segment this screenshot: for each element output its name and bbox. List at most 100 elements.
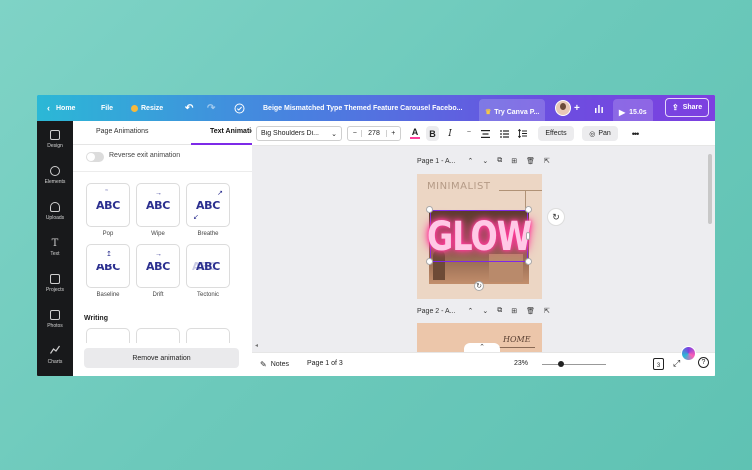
chevron-down-icon: ⌄ (331, 130, 337, 138)
add-page-icon[interactable]: ⊞ (511, 307, 517, 315)
delete-page-icon[interactable]: 🗑 (526, 157, 535, 165)
chevron-up-icon[interactable]: ⌃ (468, 307, 474, 315)
scroll-left-icon[interactable]: ◂ (255, 342, 258, 349)
remove-animation-area: Remove animation (73, 343, 279, 376)
page-1-title[interactable]: Page 1 - A... (417, 158, 456, 165)
increase-size-button[interactable]: + (387, 130, 400, 137)
animation-card-tectonic[interactable]: ABC (186, 244, 230, 288)
notes-icon: ✎ (260, 360, 267, 369)
pages-count: 3 (656, 363, 661, 369)
undo-icon[interactable]: ↶ (185, 95, 193, 121)
zoom-value[interactable]: 23% (514, 360, 528, 367)
document-title[interactable]: Beige Mismatched Type Themed Feature Car… (263, 95, 462, 121)
pop-indicator-icon: ≈ (105, 188, 109, 194)
card-label: Wipe (151, 231, 165, 237)
rotate-handle[interactable]: ↻ (474, 281, 484, 291)
duplicate-page-icon[interactable]: ⧉ (497, 157, 502, 165)
duration-label: 15.0s (629, 108, 647, 116)
animation-card-breathe[interactable]: ↗ ↙ ABC (186, 183, 230, 227)
minimalist-text[interactable]: MINIMALIST (427, 181, 490, 192)
card-preview-text: ABC (95, 198, 121, 212)
card-label: Pop (102, 231, 114, 237)
text-color-button[interactable]: A (409, 126, 421, 141)
share-button[interactable]: ⇪ Share (665, 98, 710, 117)
regenerate-button[interactable]: ↻ (547, 208, 565, 226)
fullscreen-icon[interactable]: ⤢ (673, 358, 680, 369)
bottom-bar: ✎ Notes Page 1 of 3 23% 3 ⤢ ? (252, 346, 715, 376)
page-2-header: Page 2 - A... ⌃ ⌄ ⧉ ⊞ 🗑 ⇱ (417, 307, 550, 315)
redo-icon[interactable]: ↷ (207, 95, 215, 121)
plus-icon[interactable]: + (574, 95, 580, 121)
font-size-input[interactable]: 278 (361, 130, 387, 137)
pan-button[interactable]: ◎ Pan (582, 126, 618, 141)
pages-grid-button[interactable]: 3 (653, 358, 664, 370)
page-2-title[interactable]: Page 2 - A... (417, 308, 456, 315)
share-page-icon[interactable]: ⇱ (544, 157, 550, 165)
duplicate-page-icon[interactable]: ⧉ (497, 307, 502, 315)
font-size-stepper[interactable]: − 278 + (347, 126, 401, 141)
italic-button[interactable]: I (444, 126, 456, 141)
add-page-icon[interactable]: ⊞ (511, 157, 517, 165)
notes-button[interactable]: ✎ Notes (260, 360, 289, 369)
collapse-pages-button[interactable]: ⌃ (464, 343, 500, 352)
resize-handle-bl[interactable] (426, 258, 433, 265)
animation-card-drift[interactable]: → ABC (136, 244, 180, 288)
rail-item-uploads[interactable]: Uploads (37, 193, 73, 229)
zoom-slider[interactable] (542, 361, 606, 367)
effects-button[interactable]: Effects (538, 126, 574, 141)
align-center-icon[interactable] (479, 126, 491, 141)
top-bar: ‹ Home File Resize ↶ ↷ Beige Mismatched … (37, 95, 715, 125)
page-1-canvas[interactable]: MINIMALIST GLOW ↻ (417, 174, 542, 299)
resize-handle-br[interactable] (525, 258, 532, 265)
resize-handle-tr[interactable] (525, 206, 532, 213)
avatar[interactable] (555, 100, 571, 116)
rail-item-elements[interactable]: Elements (37, 157, 73, 193)
case-button[interactable]: ⁻ (463, 126, 475, 141)
rail-item-text[interactable]: T Text (37, 229, 73, 265)
section-title-writing: Writing (84, 315, 108, 322)
share-page-icon[interactable]: ⇱ (544, 307, 550, 315)
resize-handle-right[interactable] (526, 232, 530, 240)
animation-card-wipe[interactable]: → ABC (136, 183, 180, 227)
analytics-icon[interactable] (594, 95, 604, 121)
chevron-down-icon[interactable]: ⌄ (482, 157, 488, 165)
bold-button[interactable]: B (426, 126, 439, 141)
more-options-icon[interactable]: ••• (628, 126, 642, 141)
divider (73, 171, 279, 172)
rail-item-charts[interactable]: Charts (37, 337, 73, 373)
arrow-diagonal-up-icon: ↗ (217, 190, 223, 197)
home-text[interactable]: HOME (503, 335, 531, 344)
folder-icon (50, 273, 60, 284)
file-menu[interactable]: File (101, 95, 113, 121)
rail-item-design[interactable]: Design (37, 121, 73, 157)
magic-assistant-icon[interactable] (681, 346, 696, 361)
delete-page-icon[interactable]: 🗑 (526, 307, 535, 315)
animation-card-baseline[interactable]: ↥ ABC (86, 244, 130, 288)
rail-item-projects[interactable]: Projects (37, 265, 73, 301)
share-label: Share (682, 104, 703, 111)
list-icon[interactable] (498, 126, 510, 141)
font-family-value: Big Shoulders Di... (261, 130, 319, 137)
chevron-up-icon[interactable]: ⌃ (468, 157, 474, 165)
animation-card-pop[interactable]: ≈ ABC (86, 183, 130, 227)
help-icon[interactable]: ? (698, 357, 709, 368)
resize-handle-tl[interactable] (426, 206, 433, 213)
cloud-saved-icon[interactable] (234, 95, 245, 121)
share-icon: ⇪ (672, 103, 679, 112)
tab-page-animations[interactable]: Page Animations (96, 128, 149, 135)
canvas-scrollbar[interactable] (708, 154, 712, 224)
card-preview-text: ABC (95, 259, 121, 273)
remove-animation-button[interactable]: Remove animation (84, 348, 239, 368)
resize-button[interactable]: Resize (131, 95, 163, 121)
font-family-dropdown[interactable]: Big Shoulders Di... ⌄ (256, 126, 342, 141)
reverse-exit-toggle[interactable] (86, 152, 104, 162)
home-button[interactable]: ‹ Home (47, 95, 75, 121)
chevron-down-icon[interactable]: ⌄ (482, 307, 488, 315)
card-label: Breathe (197, 231, 219, 237)
rail-item-photos[interactable]: Photos (37, 301, 73, 337)
zoom-slider-thumb[interactable] (558, 361, 565, 367)
selected-glow-text[interactable]: GLOW (427, 210, 532, 262)
decrease-size-button[interactable]: − (348, 130, 361, 137)
page-indicator[interactable]: Page 1 of 3 (307, 360, 343, 367)
spacing-icon[interactable] (516, 126, 528, 141)
